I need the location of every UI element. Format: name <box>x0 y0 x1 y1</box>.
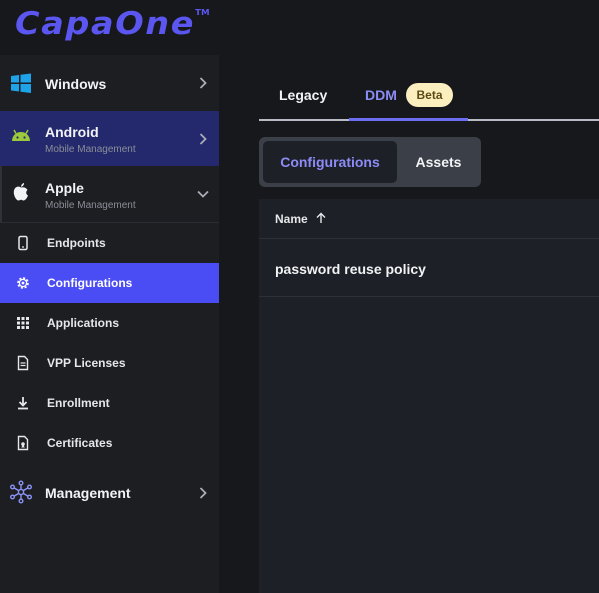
assets-toggle-button[interactable]: Assets <box>401 141 476 183</box>
sidebar-item-configurations[interactable]: Configurations <box>0 263 219 303</box>
sidebar-item-vpp-licenses[interactable]: VPP Licenses <box>0 343 219 383</box>
gear-icon <box>17 277 29 289</box>
tab-ddm[interactable]: DDM <box>365 87 397 103</box>
sidebar: Windows Android Mobile Management Apple … <box>0 55 219 593</box>
network-icon <box>10 480 33 504</box>
chevron-down-icon <box>197 190 209 198</box>
android-icon <box>12 129 30 141</box>
configurations-table: Name password reuse policy <box>259 199 599 593</box>
logo-text: CapaOne <box>15 6 196 42</box>
chevron-right-icon <box>199 133 207 145</box>
sidebar-group-title: Management <box>45 485 131 501</box>
sidebar-group-apple[interactable]: Apple Mobile Management <box>0 166 219 222</box>
table-row[interactable]: password reuse policy <box>259 240 599 297</box>
view-toggle: Configurations Assets <box>259 137 481 187</box>
sidebar-item-label: Applications <box>47 316 120 330</box>
tab-legacy[interactable]: Legacy <box>279 87 327 103</box>
table-header: Name <box>259 199 599 239</box>
sidebar-item-label: Configurations <box>47 276 133 290</box>
phone-icon <box>18 235 28 251</box>
sidebar-group-subtitle: Mobile Management <box>45 144 136 155</box>
chevron-right-icon <box>199 77 207 89</box>
sidebar-group-title: Windows <box>45 76 107 92</box>
sidebar-group-management[interactable]: Management <box>0 472 219 512</box>
sidebar-item-label: VPP Licenses <box>47 356 126 370</box>
sidebar-group-subtitle: Mobile Management <box>45 200 136 211</box>
sidebar-item-enrollment[interactable]: Enrollment <box>0 383 219 423</box>
certificate-icon <box>17 435 29 451</box>
document-icon <box>17 355 29 371</box>
sidebar-group-windows[interactable]: Windows <box>0 55 219 111</box>
capaone-logo[interactable]: CapaOneTM <box>15 6 210 42</box>
tab-active-indicator <box>349 118 468 121</box>
sidebar-item-endpoints[interactable]: Endpoints <box>0 223 219 263</box>
sidebar-group-android[interactable]: Android Mobile Management <box>0 111 219 166</box>
sidebar-group-title: Apple <box>45 180 84 196</box>
row-name-cell: password reuse policy <box>275 261 426 277</box>
sidebar-item-label: Endpoints <box>47 236 106 250</box>
sidebar-item-applications[interactable]: Applications <box>0 303 219 343</box>
trademark-mark: TM <box>195 7 210 17</box>
sidebar-item-certificates[interactable]: Certificates <box>0 423 219 463</box>
configurations-toggle-button[interactable]: Configurations <box>263 141 397 183</box>
column-header-name[interactable]: Name <box>275 212 308 226</box>
main-content: Legacy DDM Beta Configurations Assets Na… <box>219 55 599 593</box>
arrow-up-icon[interactable] <box>314 211 328 225</box>
sidebar-item-label: Enrollment <box>47 396 110 410</box>
grid-icon <box>17 317 29 329</box>
chevron-right-icon <box>199 487 207 499</box>
top-bar: CapaOneTM <box>0 0 599 55</box>
apple-icon <box>13 183 28 201</box>
sidebar-item-label: Certificates <box>47 436 113 450</box>
download-icon <box>18 397 28 410</box>
beta-badge: Beta <box>406 83 453 107</box>
sidebar-group-title: Android <box>45 124 99 140</box>
windows-icon <box>11 73 31 93</box>
